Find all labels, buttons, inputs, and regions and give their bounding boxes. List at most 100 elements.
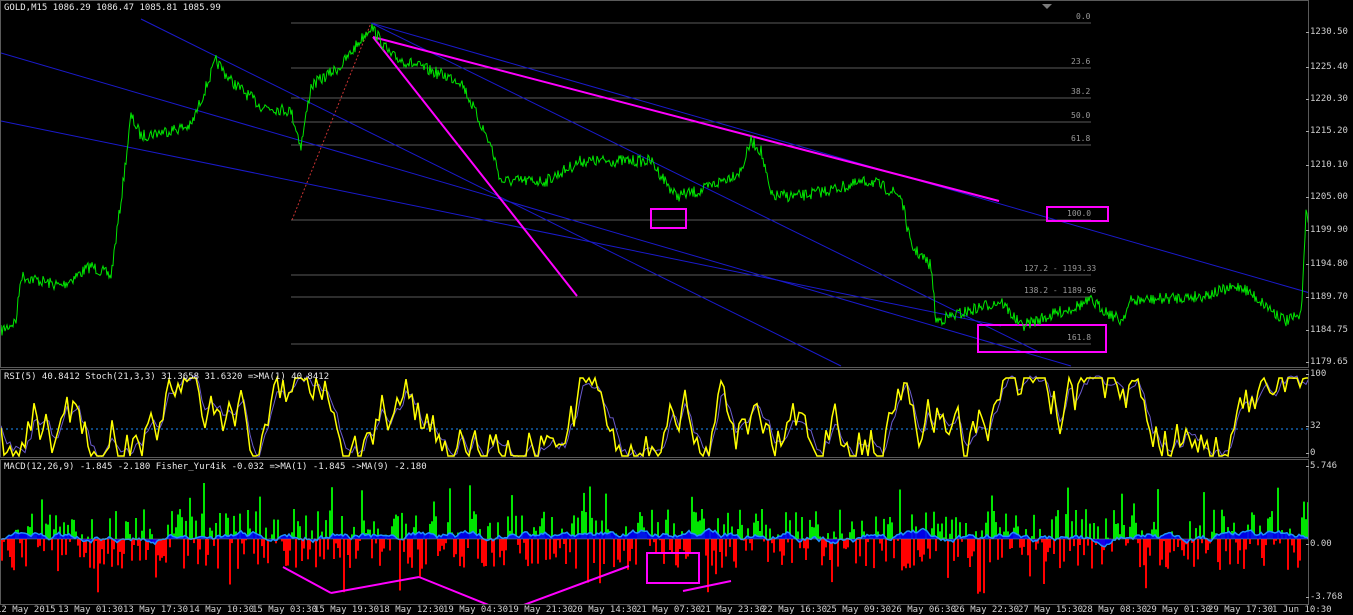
macd-histogram-bar bbox=[1009, 539, 1011, 549]
macd-histogram-bar bbox=[865, 539, 867, 566]
macd-histogram-bar bbox=[627, 539, 629, 570]
rsi-stoch-canvas[interactable] bbox=[1, 370, 1309, 458]
macd-histogram-bar bbox=[1001, 539, 1003, 558]
macd-histogram-bar bbox=[1139, 539, 1141, 568]
macd-histogram-bar bbox=[199, 539, 201, 550]
macd-histogram-bar bbox=[973, 539, 975, 552]
macd-histogram-bar bbox=[443, 539, 445, 550]
macd-histogram-bar bbox=[13, 539, 15, 571]
macd-histogram-bar bbox=[859, 539, 861, 557]
macd-histogram-bar bbox=[1287, 539, 1289, 570]
macd-histogram-bar bbox=[1273, 539, 1275, 545]
macd-histogram-bar bbox=[945, 516, 947, 539]
macd-histogram-bar bbox=[361, 490, 363, 539]
macd-histogram-bar bbox=[881, 539, 883, 551]
macd-histogram-bar bbox=[1189, 521, 1191, 539]
macd-histogram-bar bbox=[267, 539, 269, 564]
macd-histogram-bar bbox=[593, 539, 595, 563]
macd-histogram-bar bbox=[983, 539, 985, 594]
macd-histogram-bar bbox=[847, 539, 849, 548]
macd-histogram-bar bbox=[549, 539, 551, 560]
time-tick-label: 1 Jun 10:30 bbox=[1272, 605, 1332, 615]
macd-histogram-bar bbox=[319, 539, 321, 557]
macd-histogram-bar bbox=[481, 539, 483, 563]
macd-histogram-bar bbox=[489, 522, 491, 539]
macd-histogram-bar bbox=[1163, 539, 1165, 542]
macd-histogram-bar bbox=[299, 526, 301, 539]
macd-histogram-bar bbox=[149, 528, 151, 539]
time-tick-label: 18 May 12:30 bbox=[379, 605, 445, 615]
macd-histogram-bar bbox=[97, 539, 99, 593]
macd-pane[interactable]: MACD(12,26,9) -1.845 -2.180 Fisher_Yur4i… bbox=[0, 459, 1309, 605]
macd-histogram-bar bbox=[739, 509, 741, 539]
macd-histogram-bar bbox=[445, 539, 447, 544]
macd-histogram-bar bbox=[565, 539, 567, 564]
fib-level-label: 138.2 - 1189.96 bbox=[1024, 286, 1097, 295]
macd-histogram-bar bbox=[817, 524, 819, 539]
macd-histogram-bar bbox=[339, 539, 341, 558]
macd-histogram-bar bbox=[1149, 539, 1151, 556]
macd-histogram-bar bbox=[403, 539, 405, 552]
macd-histogram-bar bbox=[927, 539, 929, 549]
price-tick-label: 1189.70 bbox=[1306, 292, 1348, 302]
macd-histogram-bar bbox=[57, 539, 59, 572]
macd-histogram-bar bbox=[1235, 539, 1237, 543]
macd-histogram-bar bbox=[1167, 539, 1169, 569]
annotation-arrow bbox=[418, 576, 489, 604]
fib-level-label: 23.6 bbox=[1071, 57, 1091, 66]
time-axis: 12 May 2015 13 May 01:30 13 May 17:30 14 Ma… bbox=[0, 605, 1332, 615]
macd-histogram-bar bbox=[519, 539, 521, 554]
macd-histogram-bar bbox=[1, 539, 3, 561]
macd-histogram-bar bbox=[277, 519, 279, 539]
macd-histogram-bar bbox=[1193, 539, 1195, 567]
macd-histogram-bar bbox=[61, 539, 63, 556]
macd-histogram-bar bbox=[729, 539, 731, 547]
macd-histogram-bar bbox=[979, 539, 981, 592]
price-chart-canvas[interactable] bbox=[1, 1, 1309, 368]
macd-histogram-bar bbox=[801, 517, 803, 539]
price-tick-label: 1199.90 bbox=[1306, 225, 1348, 235]
macd-histogram-bar bbox=[425, 539, 427, 565]
macd-histogram-bar bbox=[969, 539, 971, 567]
price-tick-label: 1230.50 bbox=[1306, 27, 1348, 37]
annotation-box bbox=[650, 208, 687, 229]
macd-histogram-bar bbox=[517, 539, 519, 545]
macd-histogram-bar bbox=[229, 539, 231, 585]
macd-histogram-bar bbox=[483, 539, 485, 567]
macd-histogram-bar bbox=[713, 539, 715, 551]
macd-histogram-bar bbox=[1279, 539, 1281, 544]
rsi-stoch-pane[interactable]: RSI(5) 40.8412 Stoch(21,3,3) 31.3658 31.… bbox=[0, 369, 1309, 458]
macd-histogram-bar bbox=[781, 539, 783, 565]
macd-histogram-bar bbox=[389, 539, 391, 551]
macd-histogram-bar bbox=[305, 515, 307, 539]
price-chart-pane[interactable]: GOLD,M15 1086.29 1086.47 1085.81 1085.99… bbox=[0, 0, 1309, 368]
macd-histogram-bar bbox=[899, 489, 901, 539]
macd-histogram-bar bbox=[853, 529, 855, 539]
macd-histogram-bar bbox=[1229, 539, 1231, 565]
macd-histogram-bar bbox=[109, 518, 111, 539]
macd-canvas[interactable] bbox=[1, 460, 1309, 605]
fib-level-label: 38.2 bbox=[1071, 87, 1091, 96]
macd-histogram-bar bbox=[111, 539, 113, 567]
macd-histogram-bar bbox=[1041, 539, 1043, 543]
macd-histogram-bar bbox=[769, 528, 771, 539]
macd-histogram-bar bbox=[977, 539, 979, 594]
macd-histogram-bar bbox=[683, 539, 685, 551]
macd-histogram-bar bbox=[957, 539, 959, 557]
time-tick-label: 15 May 19:30 bbox=[314, 605, 380, 615]
chart-shift-marker-icon[interactable] bbox=[1042, 4, 1052, 9]
time-tick-label: 13 May 17:30 bbox=[123, 605, 189, 615]
macd-histogram-bar bbox=[765, 524, 767, 539]
macd-histogram-bar bbox=[399, 539, 401, 591]
time-tick-label: 14 May 10:30 bbox=[189, 605, 255, 615]
macd-histogram-bar bbox=[1031, 536, 1033, 539]
macd-histogram-bar bbox=[179, 509, 181, 539]
macd-histogram-bar bbox=[1043, 539, 1045, 584]
chart-title: GOLD,M15 1086.29 1086.47 1085.81 1085.99 bbox=[4, 3, 221, 13]
macd-histogram-bar bbox=[289, 539, 291, 551]
macd-histogram-bar bbox=[237, 539, 239, 569]
macd-histogram-bar bbox=[381, 539, 383, 552]
macd-histogram-bar bbox=[19, 539, 21, 544]
macd-histogram-bar bbox=[1093, 523, 1095, 539]
macd-histogram-bar bbox=[311, 530, 313, 539]
